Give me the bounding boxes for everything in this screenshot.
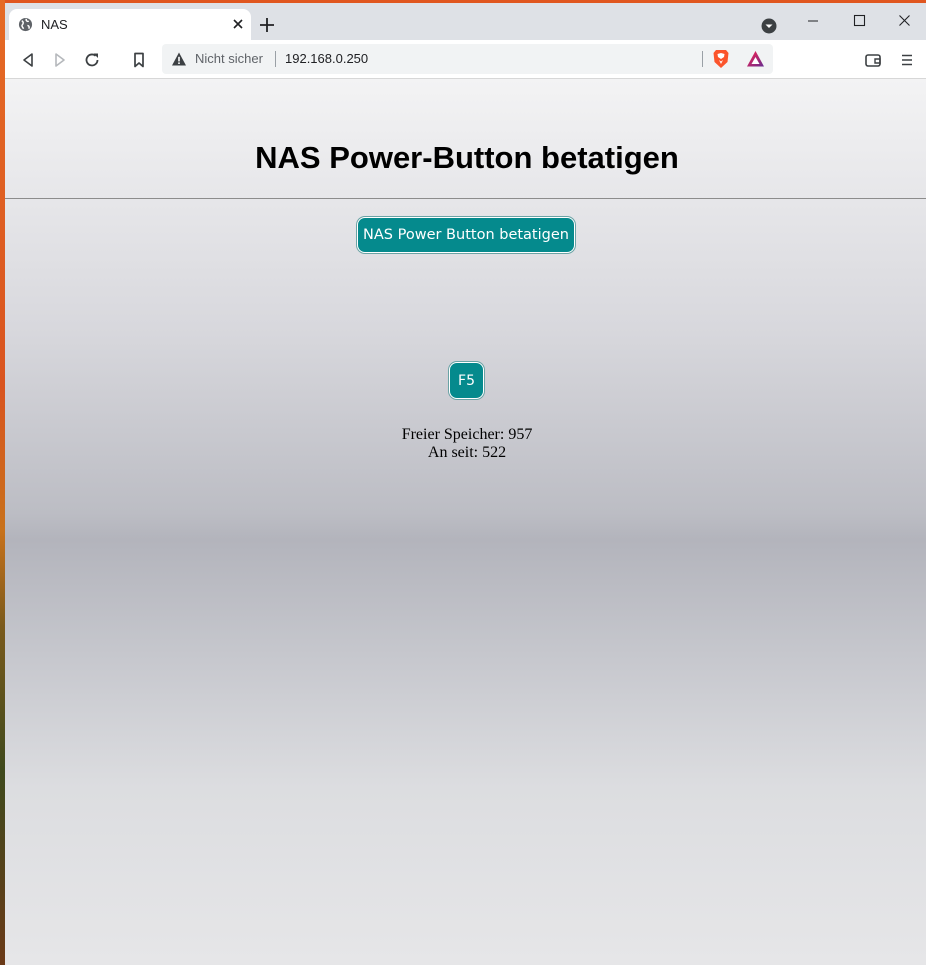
wallet-icon[interactable] xyxy=(864,51,882,69)
address-separator xyxy=(275,51,276,67)
maximize-icon xyxy=(853,14,866,27)
page-title: NAS Power-Button betatigen xyxy=(255,140,679,175)
page-header: NAS Power-Button betatigen xyxy=(5,79,926,199)
minimize-button[interactable] xyxy=(791,7,837,35)
reload-icon[interactable] xyxy=(83,51,101,69)
tab-search-icon[interactable] xyxy=(761,18,777,34)
back-icon[interactable] xyxy=(19,51,37,69)
close-window-icon xyxy=(899,15,910,26)
browser-toolbar: Nicht sicher 192.168.0.250 xyxy=(5,40,926,79)
browser-window: NAS Nicht sicher 192.168.0.250 NAS Power… xyxy=(5,3,926,965)
new-tab-plus-icon[interactable] xyxy=(259,17,275,33)
nas-power-button[interactable]: NAS Power Button betatigen xyxy=(357,217,575,253)
forward-icon[interactable] xyxy=(51,51,69,69)
maximize-button[interactable] xyxy=(837,7,883,35)
warning-triangle-icon[interactable] xyxy=(171,51,187,67)
address-separator-right xyxy=(702,51,703,67)
minimize-icon xyxy=(808,20,818,22)
uptime-text: An seit: 522 xyxy=(427,444,507,461)
security-status-label[interactable]: Nicht sicher xyxy=(195,51,263,66)
menu-icon[interactable] xyxy=(898,51,916,69)
page-viewport: NAS Power-Button betatigen NAS Power But… xyxy=(5,79,926,965)
bookmark-icon[interactable] xyxy=(130,51,148,69)
tab-nas[interactable]: NAS xyxy=(9,9,251,40)
brave-shields-icon[interactable] xyxy=(712,49,730,69)
tab-title: NAS xyxy=(41,17,68,32)
url-text[interactable]: 192.168.0.250 xyxy=(285,51,368,66)
refresh-button[interactable]: F5 xyxy=(449,362,484,399)
close-window-button[interactable] xyxy=(882,7,926,35)
free-memory-text: Freier Speicher: 957 xyxy=(401,426,533,443)
tab-strip: NAS xyxy=(5,3,926,40)
brave-rewards-icon[interactable] xyxy=(746,50,765,68)
globe-icon xyxy=(18,17,33,32)
close-tab-icon[interactable] xyxy=(231,17,245,31)
address-bar[interactable]: Nicht sicher 192.168.0.250 xyxy=(162,44,773,74)
